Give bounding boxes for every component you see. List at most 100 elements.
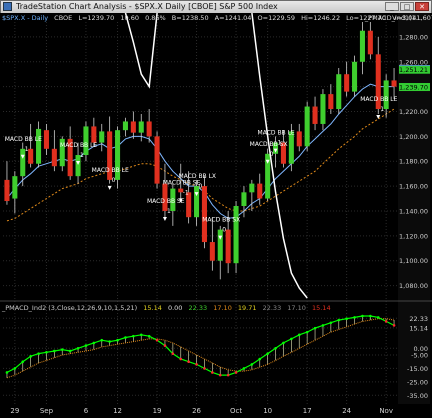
macd-point — [258, 357, 262, 361]
ind2-value: 22.33 — [188, 304, 208, 312]
macd-point — [274, 346, 277, 350]
x-tick-label: 12 — [113, 407, 122, 415]
osc-tick-label: 22.33 — [409, 315, 428, 323]
candle-body — [312, 106, 318, 124]
candle-body — [359, 30, 365, 62]
x-tick-label: 29 — [10, 407, 19, 415]
ind2-value: 17.10 — [287, 304, 306, 312]
x-tick-label: 6 — [84, 407, 89, 415]
macd-point — [187, 360, 190, 364]
open: O=1229.59 — [257, 14, 295, 22]
macd-point — [250, 363, 254, 366]
macd-point — [282, 341, 285, 345]
macd-point — [5, 371, 9, 374]
indicator2-title[interactable]: _PMACD_Ind2 (3,Close,12,26,9,10,1,5,21) — [2, 304, 137, 312]
macd-point — [60, 348, 64, 351]
macd-point — [155, 338, 159, 342]
signal-label: MACD BB SX — [202, 217, 240, 224]
x-tick-label: 10 — [263, 407, 272, 415]
price-tag-label: 1,239.70 — [399, 84, 428, 92]
ind2-value: 22.33 — [262, 304, 282, 312]
macd-point — [171, 352, 175, 355]
macd-point — [392, 324, 396, 327]
macd-point — [376, 316, 380, 319]
osc-tick-label: -15.00 — [407, 365, 428, 373]
signal-label: MACD BB LE — [360, 96, 397, 103]
macd-point — [53, 349, 56, 353]
x-tick-label: 17 — [303, 407, 312, 415]
indicator2-bar: _PMACD_Ind2 (3,Close,12,26,9,10,1,5,21) … — [2, 304, 335, 312]
macd-point — [139, 333, 143, 337]
macd-point — [353, 316, 356, 319]
candle-body — [130, 121, 136, 133]
macd-point — [116, 338, 119, 342]
y-tick-label: 1,080.00 — [399, 282, 428, 290]
bid: B=1238.50 — [171, 14, 209, 22]
ind2-value: 19.71 — [237, 304, 257, 312]
macd-point — [329, 321, 333, 325]
ind2-value: 15.14 — [143, 304, 162, 312]
candle-body — [225, 229, 231, 264]
macd-point — [203, 367, 206, 370]
signal-count: 1 — [25, 146, 29, 153]
macd-point — [124, 336, 127, 339]
macd-point — [313, 326, 317, 330]
symbol-label[interactable]: $SPX.X - Daily — [2, 14, 48, 22]
signal-count: 1 — [380, 106, 384, 113]
macd-point — [337, 318, 341, 322]
x-tick-label: 19 — [153, 407, 162, 415]
net-change: 10.60 — [120, 14, 139, 22]
candle-body — [4, 179, 10, 202]
macd-point — [266, 352, 269, 355]
macd-point — [369, 314, 372, 318]
macd-point — [345, 317, 348, 321]
macd-point — [297, 333, 301, 337]
candle-body — [352, 61, 358, 92]
macd-point — [100, 338, 104, 342]
candle-body — [12, 176, 18, 199]
macd-point — [147, 334, 151, 338]
candle-body — [194, 186, 200, 218]
signal-count: 0 — [270, 151, 274, 158]
signal-count: 1 — [80, 152, 84, 159]
osc-tick-label: -35.00 — [407, 392, 428, 400]
y-tick-label: 1,280.00 — [399, 33, 428, 41]
candle-body — [201, 186, 207, 243]
macd-point — [305, 330, 309, 334]
macd-point — [163, 344, 167, 347]
macd-point — [234, 371, 238, 374]
exchange-label: CBOE — [54, 14, 73, 22]
macd-point — [76, 346, 80, 350]
study-label: _PMACD_Ind1(1... — [364, 14, 422, 22]
macd-point — [84, 344, 88, 347]
macd-point — [13, 367, 17, 370]
macd-point — [29, 355, 32, 358]
macd-point — [211, 371, 214, 374]
price-tag-label: 1,251.21 — [399, 66, 428, 74]
candle-body — [99, 131, 105, 143]
ind2-value: 15.14 — [311, 304, 331, 312]
candle-body — [233, 206, 239, 264]
candle-body — [20, 148, 26, 177]
macd-point — [290, 337, 293, 341]
signal-count: 0 — [222, 227, 226, 234]
osc-tick-label: -5.00 — [411, 351, 428, 359]
macd-point — [45, 350, 48, 354]
macd-point — [384, 320, 388, 323]
osc-tick-label: 15.14 — [409, 324, 428, 332]
candle-body — [328, 94, 334, 110]
signal-count: 0 — [199, 183, 203, 190]
x-tick-label: Sep — [40, 407, 54, 415]
candle-body — [217, 229, 223, 261]
high: Hi=1246.22 — [301, 14, 341, 22]
ask: A=1241.04 — [214, 14, 252, 22]
macd-point — [195, 363, 198, 366]
y-tick-label: 1,160.00 — [399, 183, 428, 191]
candle-body — [304, 106, 310, 147]
macd-point — [179, 357, 183, 361]
chart-background — [0, 13, 432, 418]
price-chart[interactable]: 1,080.00 1,100.00 1,120.00 1,140.00 1,160.00… — [0, 0, 432, 418]
candle-body — [241, 192, 247, 206]
signal-label: MACD BB LE — [258, 130, 295, 137]
signal-label: MACD BB LE — [60, 142, 97, 149]
